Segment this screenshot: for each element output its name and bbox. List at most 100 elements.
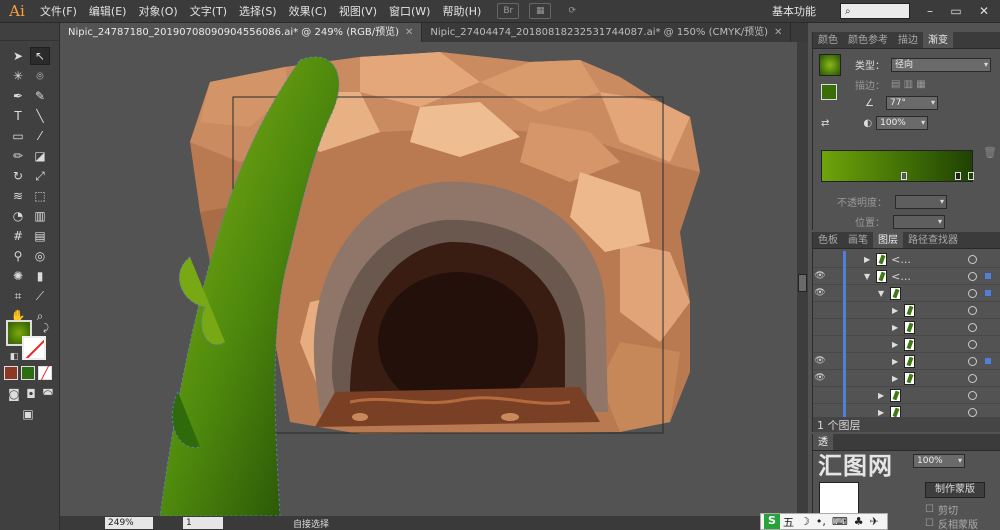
- transparency-opacity-field[interactable]: 100%: [913, 454, 965, 468]
- scale-tool-icon[interactable]: ⤢: [30, 167, 50, 185]
- collapse-arrow-icon[interactable]: ▼: [864, 272, 870, 281]
- tab-document-2[interactable]: Nipic_27404474_20180818232531744087.ai* …: [422, 23, 792, 42]
- pen-tool-icon[interactable]: ✒: [8, 87, 28, 105]
- curvature-tool-icon[interactable]: ✎: [30, 87, 50, 105]
- vertical-scrollbar[interactable]: [797, 42, 808, 516]
- visibility-eye-icon[interactable]: [813, 302, 827, 319]
- tab-stroke[interactable]: 描边: [893, 32, 923, 48]
- ime-symbols-icon[interactable]: •,: [816, 515, 826, 528]
- status-text[interactable]: 自接选择: [293, 517, 329, 530]
- artboard-canvas[interactable]: [60, 42, 808, 516]
- ime-tools-icon[interactable]: ✈: [870, 515, 879, 528]
- menu-view[interactable]: 视图(V): [333, 0, 383, 23]
- direct-selection-tool-icon[interactable]: ↖: [30, 47, 50, 65]
- magic-wand-tool-icon[interactable]: ✳: [8, 67, 28, 85]
- target-circle-icon[interactable]: [968, 254, 977, 264]
- close-tab-icon[interactable]: ✕: [774, 27, 782, 38]
- swap-fill-stroke-icon[interactable]: ⤸: [36, 319, 56, 337]
- mesh-tool-icon[interactable]: #: [8, 227, 28, 245]
- expand-arrow-icon[interactable]: ▶: [892, 306, 898, 315]
- collapse-arrow-icon[interactable]: ▼: [878, 289, 884, 298]
- tab-layers[interactable]: 图层: [873, 232, 903, 248]
- clip-checkbox[interactable]: ☐: [925, 504, 934, 515]
- target-circle-icon[interactable]: [968, 390, 977, 400]
- expand-arrow-icon[interactable]: ▶: [892, 374, 898, 383]
- expand-arrow-icon[interactable]: ▶: [878, 408, 884, 417]
- layer-row[interactable]: ▶: [813, 335, 1000, 353]
- visibility-eye-icon[interactable]: [813, 387, 827, 404]
- visibility-eye-icon[interactable]: 👁: [813, 268, 827, 285]
- free-transform-tool-icon[interactable]: ⬚: [30, 187, 50, 205]
- rotate-tool-icon[interactable]: ↻: [8, 167, 28, 185]
- artboard-number-field[interactable]: 1: [183, 517, 223, 529]
- ime-logo-icon[interactable]: S: [764, 514, 780, 529]
- target-circle-icon[interactable]: [968, 288, 977, 298]
- tab-color-guide[interactable]: 颜色参考: [843, 32, 893, 48]
- layer-row[interactable]: 👁 ▶: [813, 369, 1000, 387]
- menu-effect[interactable]: 效果(C): [283, 0, 333, 23]
- close-tab-icon[interactable]: ✕: [405, 27, 413, 38]
- zoom-level-field[interactable]: 249%: [105, 517, 153, 529]
- visibility-eye-icon[interactable]: 👁: [813, 285, 827, 302]
- stroke-color-swatch[interactable]: [22, 336, 46, 360]
- menu-window[interactable]: 窗口(W): [383, 0, 436, 23]
- stroke-gradient-icons[interactable]: ▤ ▥ ▦: [891, 79, 926, 90]
- restore-button[interactable]: ▭: [944, 2, 968, 20]
- menu-help[interactable]: 帮助(H): [436, 0, 487, 23]
- shape-builder-tool-icon[interactable]: ◔: [8, 207, 28, 225]
- target-circle-icon[interactable]: [968, 356, 977, 366]
- type-tool-icon[interactable]: T: [8, 107, 28, 125]
- expand-arrow-icon[interactable]: ▶: [892, 340, 898, 349]
- width-tool-icon[interactable]: ≋: [8, 187, 28, 205]
- pencil-tool-icon[interactable]: ✏: [8, 147, 28, 165]
- gradient-mode-icon[interactable]: [21, 366, 35, 380]
- draw-inside-icon[interactable]: ◚: [38, 385, 58, 403]
- visibility-eye-icon[interactable]: [813, 319, 827, 336]
- eraser-tool-icon[interactable]: ◪: [30, 147, 50, 165]
- menu-file[interactable]: 文件(F): [34, 0, 83, 23]
- layer-row[interactable]: 👁 ▶: [813, 352, 1000, 370]
- visibility-eye-icon[interactable]: 👁: [813, 370, 827, 387]
- expand-arrow-icon[interactable]: ▶: [864, 255, 870, 264]
- symbol-sprayer-tool-icon[interactable]: ✺: [8, 267, 28, 285]
- tab-brushes[interactable]: 画笔: [843, 232, 873, 248]
- aspect-ratio-field[interactable]: 100%: [876, 116, 929, 130]
- bridge-button[interactable]: Br: [497, 3, 520, 19]
- layer-row[interactable]: 👁 ▼: [813, 284, 1000, 302]
- color-mode-icon[interactable]: [4, 366, 18, 380]
- opacity-field[interactable]: [895, 194, 947, 209]
- layer-row[interactable]: ▶: [813, 301, 1000, 319]
- tab-pathfinder[interactable]: 路径查找器: [903, 232, 963, 248]
- target-circle-icon[interactable]: [968, 373, 977, 383]
- target-circle-icon[interactable]: [968, 305, 977, 315]
- target-circle-icon[interactable]: [968, 271, 977, 281]
- lasso-tool-icon[interactable]: ⌾: [30, 67, 50, 85]
- expand-arrow-icon[interactable]: ▶: [892, 357, 898, 366]
- make-mask-button[interactable]: 制作蒙版: [925, 482, 985, 498]
- menu-edit[interactable]: 编辑(E): [83, 0, 133, 23]
- scrollbar-thumb[interactable]: [798, 274, 807, 292]
- layer-row[interactable]: 👁 ▼ <...: [813, 267, 1000, 285]
- tab-color[interactable]: 颜色: [813, 32, 843, 48]
- visibility-eye-icon[interactable]: [813, 336, 827, 353]
- workspace-switcher[interactable]: 基本功能: [772, 3, 816, 19]
- line-tool-icon[interactable]: ╲: [30, 107, 50, 125]
- tools-grip[interactable]: [0, 23, 59, 41]
- gradient-stop-end-2[interactable]: [968, 172, 974, 180]
- expand-arrow-icon[interactable]: ▶: [878, 391, 884, 400]
- default-fill-stroke-icon[interactable]: ◧: [4, 348, 24, 366]
- selection-tool-icon[interactable]: ➤: [8, 47, 28, 65]
- gradient-stop-mid[interactable]: [901, 172, 907, 180]
- menu-type[interactable]: 文字(T): [184, 0, 233, 23]
- gradient-slider[interactable]: [821, 150, 973, 182]
- location-field[interactable]: [893, 214, 945, 229]
- ime-punctuation-icon[interactable]: ☽: [800, 515, 810, 528]
- perspective-grid-tool-icon[interactable]: ▥: [30, 207, 50, 225]
- ime-mode-label[interactable]: 五: [783, 514, 794, 530]
- arrange-documents-icon[interactable]: ▦: [529, 3, 552, 19]
- slice-tool-icon[interactable]: ⟋: [30, 287, 50, 305]
- gpu-performance-icon[interactable]: ⟳: [561, 3, 583, 19]
- layer-row[interactable]: ▶ <...: [813, 250, 1000, 268]
- invert-mask-checkbox[interactable]: ☐: [925, 518, 934, 529]
- layer-row[interactable]: ▶: [813, 318, 1000, 336]
